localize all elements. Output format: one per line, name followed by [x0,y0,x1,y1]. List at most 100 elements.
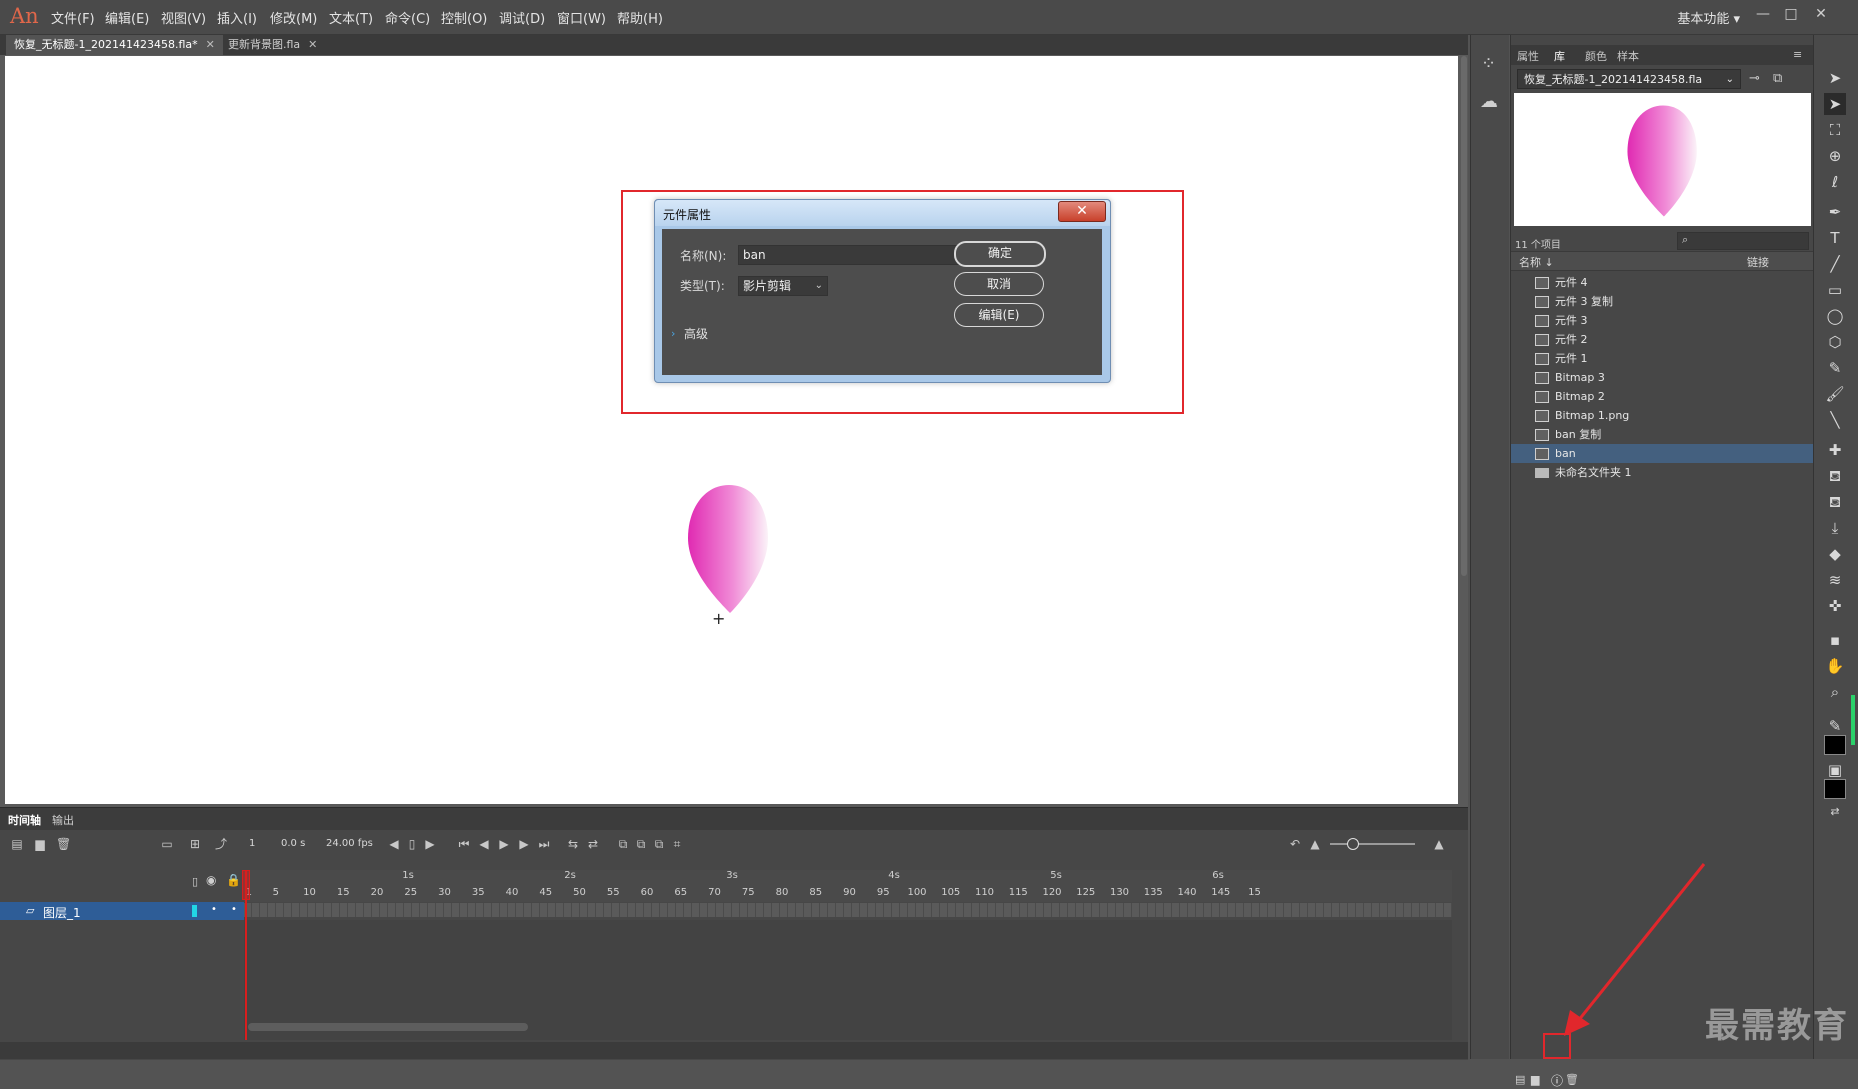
last-frame-icon[interactable]: ⏭ [537,837,551,851]
new-folder-icon[interactable]: ▆ [1531,1073,1539,1086]
minimize-icon[interactable]: — [1750,3,1776,25]
pin-tool-icon[interactable]: ✜ [1824,595,1846,617]
visibility-dot-icon[interactable]: • [211,904,217,915]
zoom-out-icon[interactable]: ▲ [1308,837,1322,851]
swap-colors-icon[interactable]: ⇄ [1824,801,1846,823]
current-frame-readout[interactable]: 1 [249,838,255,849]
elapsed-time-readout[interactable]: 0.0 s [281,838,305,849]
menu-help[interactable]: 帮助(H) [617,8,663,27]
dialog-close-icon[interactable]: ✕ [1058,201,1106,222]
list-item[interactable]: ban 复制 [1511,425,1813,444]
edit-multiple-frames-icon[interactable]: ⧉ [652,837,666,851]
library-document-select[interactable]: 恢复_无标题-1_202141423458.fla ⌄ [1517,69,1741,89]
list-item[interactable]: Bitmap 3 [1511,368,1813,387]
center-frame-icon[interactable]: ⇄ [586,837,600,851]
column-linkage[interactable]: 链接 [1747,254,1769,270]
doc-tab-active[interactable]: 恢复_无标题-1_202141423458.fla* ✕ [6,35,223,55]
menu-debug[interactable]: 调试(D) [499,8,545,27]
layer-frames[interactable] [244,903,1452,917]
ok-button[interactable]: 确定 [954,241,1046,267]
width-tool-icon[interactable]: ≋ [1824,569,1846,591]
doc-tab-background[interactable]: 更新背景图.fla ✕ [220,35,325,55]
tab-output[interactable]: 输出 [52,812,74,828]
stage-vertical-scrollbar[interactable] [1461,56,1467,576]
petal-shape[interactable] [684,483,774,615]
column-name[interactable]: 名称 ↓ [1519,254,1554,270]
zoom-slider-handle[interactable] [1347,838,1359,850]
list-item[interactable]: 元件 2 [1511,330,1813,349]
timeline-frame-ruler[interactable]: 15 10 15 20 25 30 35 40 45 50 55 60 65 70 75 80 85 90 95 10… [244,870,1452,902]
menu-control[interactable]: 控制(O) [441,8,487,27]
tab-properties[interactable]: 属性 [1517,48,1539,64]
assets-icon[interactable]: ⁘ [1481,53,1496,74]
stage-canvas[interactable] [5,56,1458,804]
advanced-toggle[interactable]: 高级 [684,325,708,342]
3d-rotation-icon[interactable]: ⊕ [1824,145,1846,167]
delete-icon[interactable]: 🗑 [1565,1073,1579,1086]
first-frame-icon[interactable]: ⏮ [457,837,471,851]
list-item[interactable]: 元件 3 [1511,311,1813,330]
brush-icon[interactable]: ╲ [1824,409,1846,431]
maximize-icon[interactable]: □ [1778,3,1804,25]
chevron-right-icon[interactable]: › [671,327,675,340]
selection-tool-icon[interactable]: ➤ [1824,67,1846,89]
polystar-tool-icon[interactable]: ⬡ [1824,331,1846,353]
stroke-color-icon[interactable]: ✎ [1824,715,1846,737]
camera-tool-icon[interactable]: ▪ [1824,629,1846,651]
list-item-selected[interactable]: ban [1511,444,1813,463]
graph-icon[interactable]: ⤴ [214,837,228,851]
menu-file[interactable]: 文件(F) [51,8,95,27]
play-icon[interactable]: ▶ [497,837,511,851]
list-item[interactable]: 元件 3 复制 [1511,292,1813,311]
onion-outline-icon[interactable]: ⧉ [634,837,648,851]
timeline-horizontal-scrollbar[interactable] [248,1023,528,1031]
timeline-zoom-slider[interactable] [1330,843,1415,845]
paint-brush-icon[interactable]: 🖌 [1824,383,1846,405]
eraser-icon[interactable]: ◆ [1824,543,1846,565]
pin-icon[interactable]: ⊸ [1749,71,1760,86]
lock-dot-icon[interactable]: • [231,904,237,915]
cancel-button[interactable]: 取消 [954,272,1044,296]
dialog-titlebar[interactable]: 元件属性 ✕ [655,200,1110,226]
paint-bucket-icon[interactable]: ⛾ [1824,465,1846,487]
pen-icon[interactable]: ✒ [1824,201,1846,223]
onion-skin-icon[interactable]: ⧉ [616,837,630,851]
tab-swatches[interactable]: 样本 [1617,48,1639,64]
menu-text[interactable]: 文本(T) [329,8,373,27]
text-tool-icon[interactable]: T [1824,227,1846,249]
menu-commands[interactable]: 命令(C) [385,8,430,27]
zoom-in-icon[interactable]: ▲ [1432,837,1446,851]
list-item[interactable]: 元件 4 [1511,273,1813,292]
layer-color-swatch[interactable] [192,905,197,917]
library-search-input[interactable]: ⌕ [1677,232,1809,250]
modify-markers-icon[interactable]: ⌗ [670,837,684,851]
menu-modify[interactable]: 修改(M) [270,8,317,27]
loop-icon[interactable]: ⇆ [566,837,580,851]
eye-icon[interactable]: ◉ [206,873,216,887]
tab-timeline[interactable]: 时间轴 [8,812,41,828]
step-forward-icon[interactable]: ▶ [517,837,531,851]
menu-view[interactable]: 视图(V) [161,8,206,27]
symbol-name-input[interactable]: ban [738,245,988,265]
layer-parenting-icon[interactable]: ⊞ [188,837,202,851]
edit-button[interactable]: 编辑(E) [954,303,1044,327]
fill-color-icon[interactable]: ▣ [1824,759,1846,781]
step-back-icon[interactable]: ◀ [477,837,491,851]
symbol-type-select[interactable]: 影片剪辑 ⌄ [738,276,828,296]
properties-info-icon[interactable]: ⓘ [1551,1072,1563,1089]
menu-insert[interactable]: 插入(I) [217,8,257,27]
layer-name[interactable]: 图层_1 [43,904,81,921]
zoom-tool-icon[interactable]: ⌕ [1824,681,1846,703]
eyedropper-icon[interactable]: ⤓ [1824,517,1846,539]
list-item[interactable]: 元件 1 [1511,349,1813,368]
layer-row[interactable]: ▱ 图层_1 • • [0,902,244,920]
panel-menu-icon[interactable]: ≡ [1793,48,1802,61]
oval-tool-icon[interactable]: ◯ [1824,305,1846,327]
list-item[interactable]: 未命名文件夹 1 [1511,463,1813,482]
fill-color-swatch[interactable] [1824,779,1846,799]
line-tool-icon[interactable]: ╱ [1824,253,1846,275]
outline-toggle-icon[interactable]: ▯ [192,875,198,888]
tab-library[interactable]: 库 [1554,48,1565,64]
list-item[interactable]: Bitmap 1.png [1511,406,1813,425]
close-tab-icon[interactable]: ✕ [206,38,215,51]
